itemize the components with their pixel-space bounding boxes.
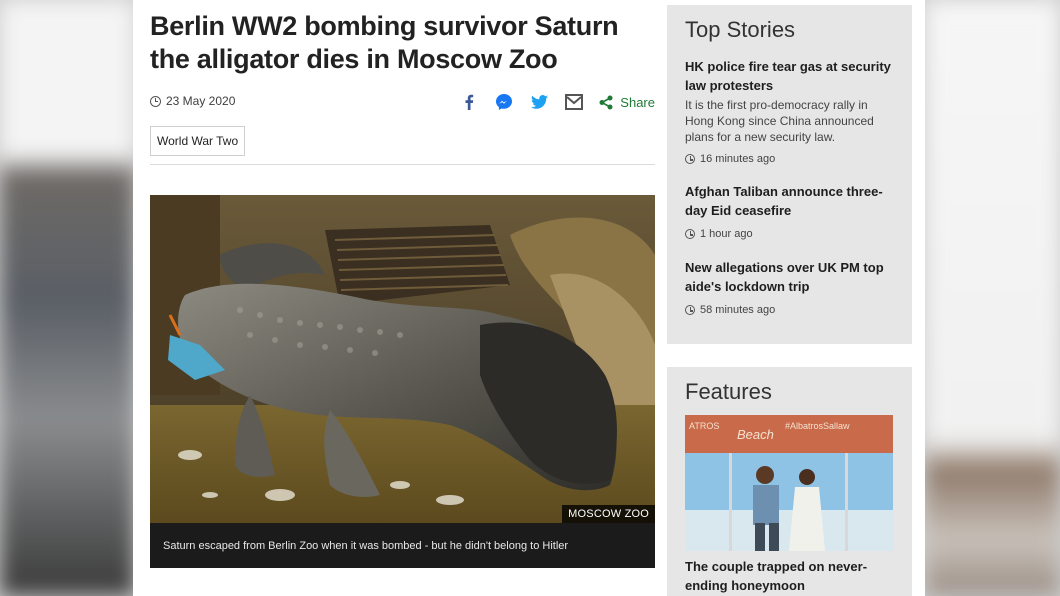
- story-title-link[interactable]: HK police fire tear gas at security law …: [685, 57, 895, 95]
- story-timestamp: 58 minutes ago: [685, 304, 895, 316]
- article-headline: Berlin WW2 bombing survivor Saturn the a…: [150, 11, 619, 74]
- article-page: Berlin WW2 bombing survivor Saturn the a…: [133, 0, 925, 596]
- story-time-text: 1 hour ago: [700, 228, 753, 240]
- article-date-text: 23 May 2020: [166, 94, 236, 108]
- top-story-item[interactable]: New allegations over UK PM top aide's lo…: [685, 258, 895, 316]
- topic-tag[interactable]: World War Two: [150, 126, 246, 156]
- story-timestamp: 1 hour ago: [685, 228, 895, 240]
- story-title-link[interactable]: New allegations over UK PM top aide's lo…: [685, 258, 895, 296]
- story-summary: It is the first pro-democracy rally in H…: [685, 98, 874, 144]
- article-meta: 23 May 2020 Share: [150, 92, 655, 112]
- feature-title-link[interactable]: The couple trapped on never-ending honey…: [685, 557, 895, 595]
- clock-icon: [685, 154, 695, 164]
- clock-icon: [150, 95, 161, 107]
- blurred-background-right: [925, 0, 1060, 596]
- article-media: MOSCOW ZOO Saturn escaped from Berlin Zo…: [150, 195, 655, 568]
- blurred-background-left: [0, 0, 135, 596]
- features-title: Features: [685, 379, 772, 404]
- alligator-photo: [150, 195, 655, 523]
- share-icon[interactable]: [596, 92, 616, 112]
- story-timestamp: 16 minutes ago: [685, 153, 895, 165]
- article-date: 23 May 2020: [150, 94, 235, 108]
- share-button[interactable]: Share: [620, 95, 655, 110]
- image-credit: MOSCOW ZOO: [562, 505, 655, 523]
- top-stories-title: Top Stories: [685, 17, 796, 42]
- messenger-icon[interactable]: [494, 92, 514, 112]
- divider: [150, 164, 655, 165]
- top-story-item[interactable]: Afghan Taliban announce three-day Eid ce…: [685, 182, 895, 240]
- top-story-item[interactable]: HK police fire tear gas at security law …: [685, 57, 895, 165]
- top-stories-panel: Top Stories HK police fire tear gas at s…: [667, 5, 912, 344]
- image-caption: Saturn escaped from Berlin Zoo when it w…: [150, 523, 655, 568]
- facebook-icon[interactable]: [459, 92, 479, 112]
- features-panel: Features ATROS Beach #AlbatrosSallaw The…: [667, 367, 912, 596]
- share-tools: Share: [444, 92, 655, 112]
- twitter-icon[interactable]: [529, 92, 549, 112]
- clock-icon: [685, 229, 695, 239]
- story-title-link[interactable]: Afghan Taliban announce three-day Eid ce…: [685, 182, 895, 220]
- feature-image[interactable]: ATROS Beach #AlbatrosSallaw: [685, 415, 893, 551]
- email-icon[interactable]: [564, 92, 584, 112]
- story-time-text: 16 minutes ago: [700, 153, 776, 165]
- story-time-text: 58 minutes ago: [700, 304, 776, 316]
- clock-icon: [685, 305, 695, 315]
